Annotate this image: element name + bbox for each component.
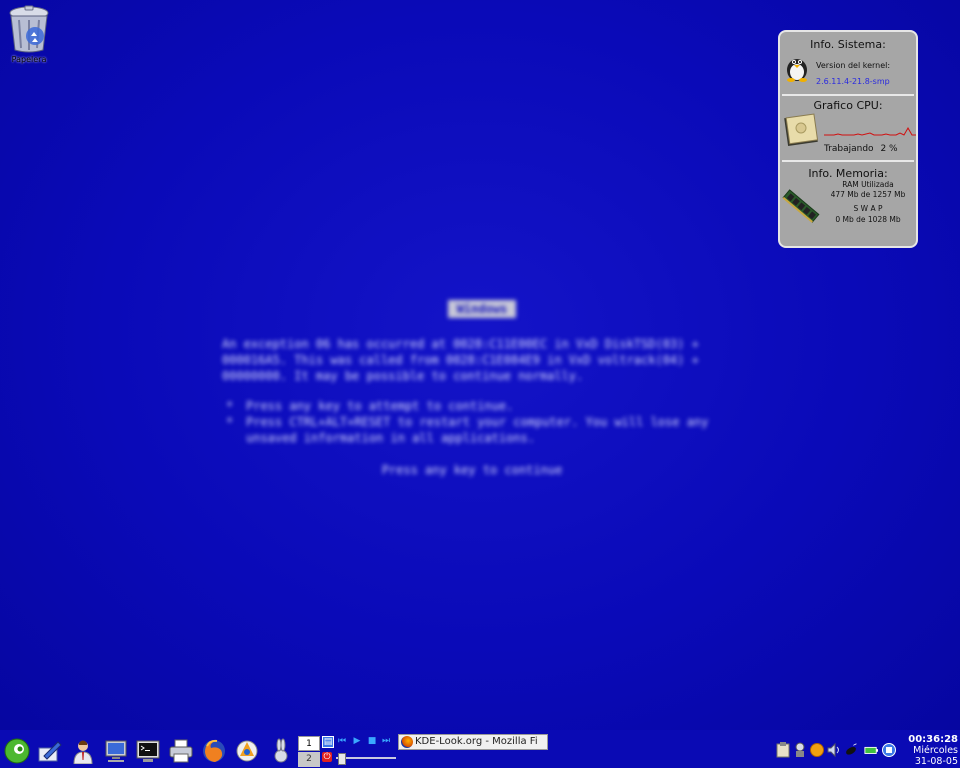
kmenu-icon[interactable] [4,738,30,764]
kernel-label: Version del kernel: [816,61,891,70]
ram-module-icon [782,189,820,223]
trash-desktop-icon[interactable]: Papelera [4,4,54,70]
next-icon[interactable]: ⏭ [381,736,391,746]
pager-desktop-2[interactable]: 2 [298,752,320,767]
volume-icon[interactable] [827,742,841,758]
clock-time: 00:36:28 [908,734,958,745]
kernel-version: 2.6.11.4-21.8-smp [816,77,890,86]
trash-icon [9,5,49,53]
editor-icon[interactable] [36,738,62,764]
cpu-usage-value: 2 % [880,144,898,154]
cpu-usage-graph [824,126,916,136]
status-icon[interactable] [810,742,824,758]
bsod-bullet-list: Press any key to attempt to continue. Pr… [222,398,742,446]
stop-icon[interactable]: ■ [367,736,377,746]
firefox-icon[interactable] [201,738,227,764]
system-info-section: Info. Sistema: Version del kernel: 2.6.1… [780,32,916,94]
desktop-background[interactable]: Papelera Windows An exception 06 has occ… [0,0,960,736]
klipper-icon[interactable] [776,742,790,758]
device-icon[interactable] [882,742,896,758]
bsod-continue: Press any key to continue [381,463,563,477]
ram-label: RAM Utilizada [842,180,894,189]
user-icon[interactable] [70,738,96,764]
kde-icon[interactable] [234,738,260,764]
power-icon[interactable]: ⏻ [322,752,332,762]
memory-section: Info. Memoria: RAM Utilizada 477 Mb de 1… [780,162,916,244]
swap-value: 0 Mb de 1028 Mb [835,215,901,224]
cpu-status-label: Trabajando [824,144,874,154]
taskbar: 1 2 ▤ ⏮ ▶ ■ ⏭ ⏻ KDE-Look.org - Mozilla F… [0,730,960,768]
bsod-message: Windows An exception 06 has occurred at … [222,300,742,478]
printer-icon[interactable] [168,738,194,764]
desktop-pager: 1 2 [298,736,320,768]
taskbar-window-button[interactable]: KDE-Look.org - Mozilla Fi [398,734,548,750]
pager-desktop-1[interactable]: 1 [298,736,320,751]
bsod-bullet: Press CTRL+ALT+RESET to restart your com… [222,414,742,446]
bsod-bullet: Press any key to attempt to continue. [222,398,742,414]
clock[interactable]: 00:36:28 Miércoles 31-08-05 [900,734,958,767]
previous-icon[interactable]: ⏮ [337,736,347,746]
terminal-icon[interactable] [135,738,161,764]
cpu-title: Grafico CPU: [813,99,883,112]
ram-value: 477 Mb de 1257 Mb [830,190,906,199]
battery-icon[interactable] [864,742,878,758]
cpu-section: Grafico CPU: Trabajando 2 % [780,96,916,160]
media-player-applet: ▤ ⏮ ▶ ■ ⏭ ⏻ [322,736,396,766]
bsod-title: Windows [448,300,516,318]
firefox-icon [401,736,413,748]
computer-icon[interactable] [103,738,129,764]
play-icon[interactable]: ▶ [352,736,362,746]
trash-label: Papelera [11,55,47,64]
playlist-icon[interactable]: ▤ [322,736,334,748]
system-monitor-widget: Info. Sistema: Version del kernel: 2.6.1… [778,30,918,248]
clock-day: Miércoles [913,745,958,756]
memory-title: Info. Memoria: [808,167,888,180]
clock-date: 31-08-05 [914,756,958,767]
seek-slider-handle[interactable] [338,753,346,765]
satellite-icon[interactable] [844,742,858,758]
rabbit-icon[interactable] [268,738,294,764]
system-info-title: Info. Sistema: [810,38,886,51]
network-icon[interactable] [793,742,807,758]
cpu-chip-icon [784,113,819,146]
task-title: KDE-Look.org - Mozilla Fi [415,736,538,747]
tux-icon [787,59,807,82]
swap-label: S W A P [853,204,883,213]
bsod-paragraph: An exception 06 has occurred at 0028:C11… [222,337,699,383]
cpu-status: Trabajando 2 % [824,144,898,154]
